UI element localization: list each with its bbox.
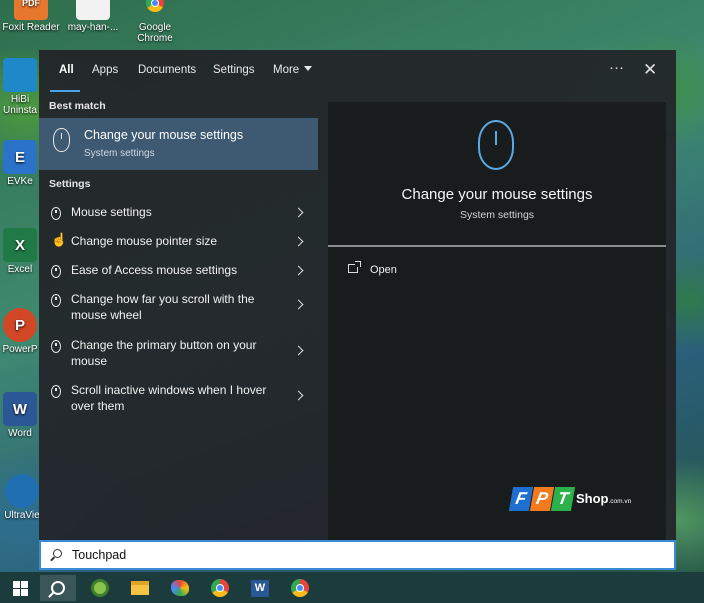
settings-item-label: Mouse settings — [71, 205, 152, 219]
settings-item-label: Change mouse pointer size — [71, 234, 218, 248]
taskbar-chrome-profile[interactable] — [282, 575, 318, 601]
chevron-down-icon — [304, 66, 313, 71]
watermark-shop: Shop.com.vn — [576, 491, 631, 506]
search-tabs-bar: All Apps Documents Settings More ··· ✕ — [39, 50, 676, 92]
settings-heading: Settings — [49, 178, 91, 190]
chevron-right-icon — [293, 390, 304, 401]
watermark-letter: T — [550, 487, 576, 511]
taskbar-file-explorer[interactable] — [122, 575, 158, 601]
close-icon[interactable]: ✕ — [643, 60, 657, 80]
search-panel: All Apps Documents Settings More ··· ✕ B… — [39, 50, 676, 540]
settings-item-ease-of-access[interactable]: Ease of Access mouse settings — [39, 262, 318, 286]
excel-icon: X — [3, 228, 37, 262]
watermark-domain: .com.vn — [608, 498, 632, 505]
mouse-icon — [51, 294, 61, 307]
settings-item-scroll-distance[interactable]: Change how far you scroll with the mouse… — [39, 291, 318, 329]
desktop-icon-label: HiBi Uninsta — [3, 94, 37, 116]
search-button[interactable] — [40, 575, 76, 601]
chevron-right-icon — [293, 265, 304, 276]
mouse-icon — [51, 207, 61, 220]
taskbar-chrome[interactable] — [202, 575, 238, 601]
desktop-icon-foxit-reader[interactable]: PDF Foxit Reader — [0, 0, 62, 33]
tab-settings[interactable]: Settings — [213, 64, 255, 76]
search-input[interactable]: Touchpad — [72, 548, 126, 562]
tab-apps[interactable]: Apps — [92, 64, 118, 76]
best-match-title: Change your mouse settings — [84, 128, 244, 142]
chevron-right-icon — [293, 236, 304, 247]
word-icon: W — [251, 579, 269, 597]
pdf-icon: PDF — [14, 0, 48, 20]
settings-item-label: Change the primary button on your mouse — [71, 338, 257, 368]
settings-item-primary-button[interactable]: Change the primary button on your mouse — [39, 337, 318, 375]
desktop-icon-excel[interactable]: X Excel — [0, 228, 44, 275]
app-icon — [91, 579, 109, 597]
chevron-right-icon — [293, 207, 304, 218]
start-button[interactable] — [2, 575, 38, 601]
evkey-icon: E — [3, 140, 37, 174]
chevron-right-icon — [293, 299, 304, 310]
mouse-icon — [51, 385, 61, 398]
search-icon — [53, 549, 62, 558]
taskbar-paint[interactable] — [162, 575, 198, 601]
best-match-heading: Best match — [49, 100, 106, 112]
mouse-icon — [51, 340, 61, 353]
settings-item-label: Scroll inactive windows when I hover ove… — [71, 383, 267, 413]
taskbar-word[interactable]: W — [242, 575, 278, 601]
chevron-right-icon — [293, 345, 304, 356]
chrome-icon — [211, 579, 229, 597]
desktop-icon-label: may-han-... — [67, 22, 119, 33]
settings-item-label: Change how far you scroll with the mouse… — [71, 292, 255, 322]
chrome-icon — [138, 0, 172, 20]
file-explorer-icon — [131, 581, 149, 595]
divider — [328, 245, 666, 247]
windows-icon — [12, 580, 28, 596]
desktop-icon-may-han[interactable]: may-han-... — [62, 0, 124, 33]
hibit-icon — [3, 58, 37, 92]
best-match-subtitle: System settings — [84, 148, 155, 159]
taskbar: W — [0, 572, 704, 603]
mouse-icon — [478, 120, 514, 170]
preview-subtitle: System settings — [459, 209, 535, 221]
ultraviewer-icon — [5, 474, 39, 508]
results-list: Best match Change your mouse settings Sy… — [39, 92, 318, 540]
desktop-icon-label: Google Chrome — [137, 22, 173, 44]
preview-pane: Change your mouse settings System settin… — [328, 102, 666, 540]
taskbar-app-green[interactable] — [82, 575, 118, 601]
best-match-item[interactable]: Change your mouse settings System settin… — [39, 118, 318, 170]
ellipsis-icon[interactable]: ··· — [609, 59, 624, 76]
search-box[interactable]: Touchpad — [39, 540, 676, 570]
settings-item-label: Ease of Access mouse settings — [71, 263, 238, 277]
document-icon — [76, 0, 110, 20]
chrome-profile-icon — [291, 579, 309, 597]
pointer-hand-icon: ☝ — [51, 232, 68, 247]
desktop-icon-label: EVKe — [7, 176, 33, 187]
mouse-icon — [53, 128, 70, 152]
search-icon — [51, 581, 65, 595]
tab-all[interactable]: All — [59, 64, 74, 76]
desktop-icon-powerpoint[interactable]: P PowerP — [0, 308, 44, 355]
word-icon: W — [3, 392, 37, 426]
desktop-icon-evkey[interactable]: E EVKe — [0, 140, 44, 187]
powerpoint-icon: P — [3, 308, 37, 342]
preview-title: Change your mouse settings — [401, 186, 593, 203]
settings-item-mouse-settings[interactable]: Mouse settings — [39, 204, 318, 228]
mouse-icon — [51, 265, 61, 278]
paint-icon — [171, 580, 189, 596]
desktop-icon-label: Foxit Reader — [2, 22, 60, 33]
desktop-icon-label: Excel — [7, 264, 33, 275]
tab-documents[interactable]: Documents — [138, 64, 196, 76]
desktop-icon-word[interactable]: W Word — [0, 392, 44, 439]
open-action[interactable]: Open — [370, 264, 397, 276]
desktop-icon-hibit[interactable]: HiBi Uninsta — [0, 58, 44, 116]
settings-item-pointer-size[interactable]: ☝ Change mouse pointer size — [39, 233, 318, 257]
desktop-icon-label: Word — [8, 428, 32, 439]
settings-item-scroll-inactive[interactable]: Scroll inactive windows when I hover ove… — [39, 382, 318, 420]
desktop-icon-label: PowerP — [2, 344, 38, 355]
open-external-icon — [348, 261, 361, 273]
tab-more[interactable]: More — [273, 64, 313, 76]
tab-more-label: More — [273, 64, 300, 76]
desktop-icon-google-chrome[interactable]: Google Chrome — [124, 0, 186, 44]
watermark-shop-text: Shop — [576, 491, 609, 506]
